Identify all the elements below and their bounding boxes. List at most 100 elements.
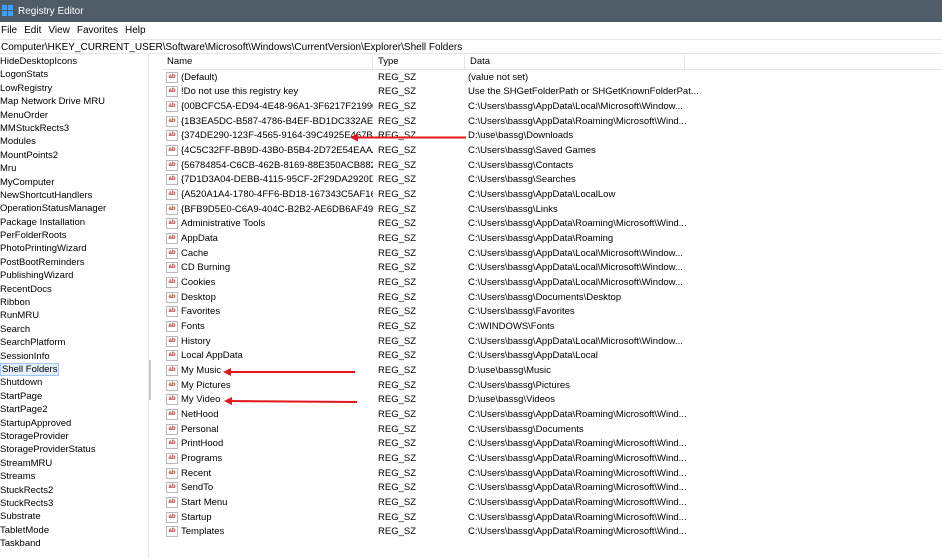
tree-node[interactable]: StuckRects2 (0, 484, 148, 497)
tree-node[interactable]: RecentDocs (0, 283, 148, 296)
menu-file[interactable]: File (0, 25, 17, 36)
address-bar[interactable]: Computer\HKEY_CURRENT_USER\Software\Micr… (0, 39, 942, 54)
value-name-label: My Pictures (181, 379, 231, 391)
tree-node[interactable]: HideDesktopIcons (0, 55, 148, 68)
value-row[interactable]: ab History REG_SZ C:\Users\bassg\AppData\Lo… (162, 334, 942, 349)
value-name-label: Templates (181, 526, 225, 538)
value-name-label: Favorites (181, 306, 221, 318)
value-row[interactable]: ab SendTo REG_SZ C:\Users\bassg\AppData\Roa… (162, 480, 942, 495)
tree-node[interactable]: MountPoints2 (0, 149, 148, 162)
tree-node[interactable]: Search (0, 323, 148, 336)
value-row[interactable]: ab Recent REG_SZ C:\Users\bassg\AppData\Roa… (162, 466, 942, 481)
value-data: C:\Users\bassg\AppData\Local\Microsoft\W… (468, 277, 683, 289)
tree-node[interactable]: RunMRU (0, 309, 148, 322)
column-header-data[interactable]: Data (465, 55, 685, 69)
value-type: REG_SZ (378, 408, 417, 420)
tree-node[interactable]: Map Network Drive MRU (0, 95, 148, 108)
tree-node[interactable]: StartPage2 (0, 403, 148, 416)
tree-node[interactable]: SearchPlatform (0, 336, 148, 349)
value-row[interactable]: ab AppData REG_SZ C:\Users\bassg\AppData\Ro… (162, 231, 942, 246)
value-row[interactable]: ab NetHood REG_SZ C:\Users\bassg\AppData\Ro… (162, 407, 942, 422)
tree-node[interactable]: Ribbon (0, 296, 148, 309)
value-name: ab {56784854-C6CB-462B-8169-88E350ACB882} (162, 159, 373, 171)
tree-node[interactable]: MenuOrder (0, 109, 148, 122)
menu-edit[interactable]: Edit (23, 25, 41, 36)
tree-node[interactable]: Taskband (0, 537, 148, 550)
tree-node[interactable]: StorageProvider (0, 430, 148, 443)
value-name-label: Startup (181, 511, 212, 523)
column-header-type[interactable]: Type (373, 55, 465, 69)
value-name-label: Fonts (181, 320, 205, 332)
value-row[interactable]: ab Local AppData REG_SZ C:\Users\bassg\AppD… (162, 348, 942, 363)
tree-node-label: StorageProviderStatus (0, 444, 96, 456)
value-row[interactable]: ab Programs REG_SZ C:\Users\bassg\AppData\R… (162, 451, 942, 466)
tree-node[interactable]: MMStuckRects3 (0, 122, 148, 135)
menu-view[interactable]: View (47, 25, 70, 36)
value-row[interactable]: ab {BFB9D5E0-C6A9-404C-B2B2-AE6DB6AF4968}… (162, 202, 942, 217)
value-row[interactable]: ab {1B3EA5DC-B587-4786-B4EF-BD1DC332AEAE}… (162, 114, 942, 129)
tree-node[interactable]: StreamMRU (0, 457, 148, 470)
tree-node[interactable]: Modules (0, 135, 148, 148)
value-row[interactable]: ab (Default) REG_SZ (value not set) (162, 70, 942, 85)
value-row[interactable]: ab {A520A1A4-1780-4FF6-BD18-167343C5AF16}… (162, 187, 942, 202)
value-row[interactable]: ab {7D1D3A04-DEBB-4115-95CF-2F29DA2920DA}… (162, 173, 942, 188)
column-header-name[interactable]: Name (162, 55, 373, 69)
value-data: C:\Users\bassg\AppData\Local\Microsoft\W… (468, 335, 683, 347)
value-row[interactable]: ab Desktop REG_SZ C:\Users\bassg\Documents\… (162, 290, 942, 305)
tree-node[interactable]: Package Installation (0, 216, 148, 229)
value-row[interactable]: ab PrintHood REG_SZ C:\Users\bassg\AppData\… (162, 436, 942, 451)
pane-splitter[interactable] (149, 360, 151, 400)
value-row[interactable]: ab Templates REG_SZ C:\Users\bassg\AppData\… (162, 524, 942, 539)
tree-node[interactable]: StartPage (0, 390, 148, 403)
tree-node[interactable]: SessionInfo (0, 350, 148, 363)
tree-node[interactable]: StartupApproved (0, 417, 148, 430)
tree-node[interactable]: Mru (0, 162, 148, 175)
tree-node-label: LowRegistry (0, 82, 53, 94)
tree-node[interactable]: PerFolderRoots (0, 229, 148, 242)
string-value-icon: ab (166, 262, 178, 274)
tree-node[interactable]: LowRegistry (0, 82, 148, 95)
tree-node[interactable]: NewShortcutHandlers (0, 189, 148, 202)
value-row[interactable]: ab Startup REG_SZ C:\Users\bassg\AppData\Ro… (162, 510, 942, 525)
tree-node[interactable]: PhotoPrintingWizard (0, 242, 148, 255)
tree-node[interactable]: LogonStats (0, 68, 148, 81)
menu-favorites[interactable]: Favorites (76, 25, 118, 36)
value-name-label: Cache (181, 247, 209, 259)
tree-node[interactable]: Shutdown (0, 376, 148, 389)
tree-node[interactable]: PublishingWizard (0, 269, 148, 282)
value-row[interactable]: ab Fonts REG_SZ C:\WINDOWS\Fonts (162, 319, 942, 334)
value-row[interactable]: ab Personal REG_SZ C:\Users\bassg\Documents (162, 422, 942, 437)
tree-node[interactable]: Streams (0, 470, 148, 483)
value-name-label: Local AppData (181, 350, 243, 362)
value-data: C:\Users\bassg\Documents (468, 423, 584, 435)
tree-node[interactable]: TabletMode (0, 524, 148, 537)
registry-key-tree[interactable]: HideDesktopIcons LogonStats LowRegistry Map… (0, 55, 149, 558)
tree-node[interactable]: OperationStatusManager (0, 202, 148, 215)
values-list: Name Type Data ab (Default) REG_SZ (value n… (162, 55, 942, 558)
tree-node-label: StartupApproved (0, 417, 72, 429)
tree-node[interactable]: StorageProviderStatus (0, 443, 148, 456)
tree-node[interactable]: Substrate (0, 510, 148, 523)
value-row[interactable]: ab Start Menu REG_SZ C:\Users\bassg\AppData… (162, 495, 942, 510)
value-row[interactable]: ab My Pictures REG_SZ C:\Users\bassg\Pictur… (162, 378, 942, 393)
value-name: ab !Do not use this registry key (162, 86, 373, 98)
value-row[interactable]: ab Favorites REG_SZ C:\Users\bassg\Favorite… (162, 305, 942, 320)
value-row[interactable]: ab My Music REG_SZ D:\use\bassg\Music (162, 363, 942, 378)
value-row[interactable]: ab CD Burning REG_SZ C:\Users\bassg\AppData… (162, 261, 942, 276)
value-row[interactable]: ab {4C5C32FF-BB9D-43B0-B5B4-2D72E54EAAA4}… (162, 143, 942, 158)
value-row[interactable]: ab Cache REG_SZ C:\Users\bassg\AppData\Loca… (162, 246, 942, 261)
value-data: C:\Users\bassg\AppData\Roaming\Microsoft… (468, 452, 687, 464)
tree-node[interactable]: StuckRects3 (0, 497, 148, 510)
tree-node-label: LogonStats (0, 69, 49, 81)
value-row[interactable]: ab {00BCFC5A-ED94-4E48-96A1-3F6217F21990}… (162, 99, 942, 114)
value-row[interactable]: ab My Video REG_SZ D:\use\bassg\Videos (162, 392, 942, 407)
tree-node[interactable]: MyComputer (0, 176, 148, 189)
value-row[interactable]: ab {374DE290-123F-4565-9164-39C4925E467B}… (162, 129, 942, 144)
value-row[interactable]: ab Cookies REG_SZ C:\Users\bassg\AppData\Lo… (162, 275, 942, 290)
tree-node[interactable]: PostBootReminders (0, 256, 148, 269)
value-row[interactable]: ab {56784854-C6CB-462B-8169-88E350ACB882}… (162, 158, 942, 173)
tree-node[interactable]: Shell Folders (0, 362, 148, 376)
menu-help[interactable]: Help (124, 25, 146, 36)
value-row[interactable]: ab Administrative Tools REG_SZ C:\Users\bas… (162, 217, 942, 232)
value-row[interactable]: ab !Do not use this registry key REG_SZ Use… (162, 85, 942, 100)
